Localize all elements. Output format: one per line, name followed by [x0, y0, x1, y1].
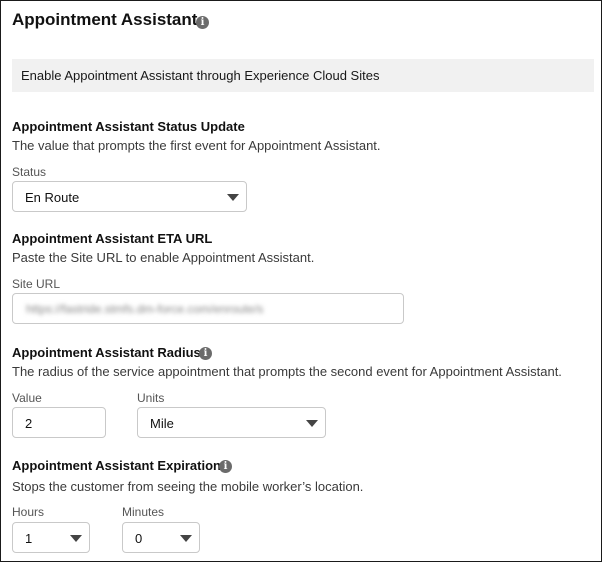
status-update-heading: Appointment Assistant Status Update [12, 119, 245, 134]
radius-value: 2 [25, 416, 33, 431]
radius-value-input[interactable]: 2 [12, 407, 106, 438]
chevron-down-icon [227, 194, 239, 201]
hours-select[interactable]: 1 [12, 522, 90, 553]
appointment-assistant-panel: Appointment Assistant i Enable Appointme… [0, 0, 602, 562]
eta-url-description: Paste the Site URL to enable Appointment… [12, 250, 315, 265]
hours-label: Hours [12, 505, 45, 519]
status-update-description: The value that prompts the first event f… [12, 138, 381, 153]
units-select-value: Mile [150, 416, 174, 431]
status-select-value: En Route [25, 190, 80, 205]
site-url-input[interactable]: https://fastride.stmfs.dm-force.com/enro… [12, 293, 404, 324]
page-title: Appointment Assistant [12, 10, 198, 29]
info-icon[interactable]: i [219, 460, 232, 473]
hours-select-value: 1 [25, 531, 33, 546]
radius-value-label: Value [12, 391, 42, 405]
site-url-label: Site URL [12, 277, 61, 291]
banner-text: Enable Appointment Assistant through Exp… [21, 68, 380, 83]
expiration-heading: Appointment Assistant Expiration [12, 458, 221, 473]
info-icon[interactable]: i [199, 347, 212, 360]
minutes-select[interactable]: 0 [122, 522, 200, 553]
units-select[interactable]: Mile [137, 407, 326, 438]
chevron-down-icon [70, 535, 82, 542]
enable-banner: Enable Appointment Assistant through Exp… [12, 59, 594, 92]
radius-description: The radius of the service appointment th… [12, 364, 562, 379]
units-label: Units [137, 391, 165, 405]
status-select[interactable]: En Route [12, 181, 247, 212]
chevron-down-icon [306, 420, 318, 427]
status-label: Status [12, 165, 47, 179]
minutes-label: Minutes [122, 505, 165, 519]
radius-heading: Appointment Assistant Radius [12, 345, 201, 360]
expiration-description: Stops the customer from seeing the mobil… [12, 479, 364, 494]
site-url-value: https://fastride.stmfs.dm-force.com/enro… [26, 302, 264, 316]
minutes-select-value: 0 [135, 531, 143, 546]
info-icon[interactable]: i [196, 16, 209, 29]
chevron-down-icon [180, 535, 192, 542]
eta-url-heading: Appointment Assistant ETA URL [12, 231, 213, 246]
